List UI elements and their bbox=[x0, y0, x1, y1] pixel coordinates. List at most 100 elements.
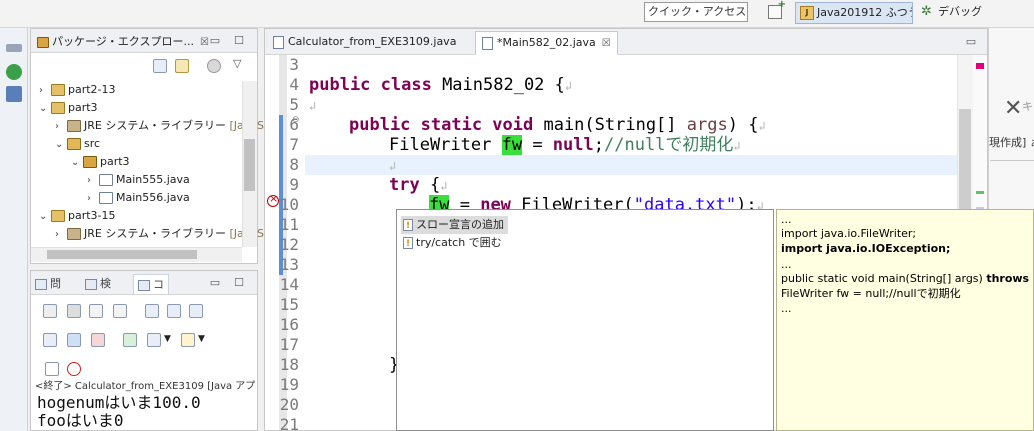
remove-all-icon[interactable] bbox=[113, 304, 127, 318]
console-doc-icon[interactable] bbox=[45, 362, 59, 376]
package-explorer-view: パッケージ・エクスプロー... ☒ ▭ ☐ ▽ › part2-13 ⌄ part3 … bbox=[30, 28, 264, 264]
chevron-down-icon[interactable]: ▼ bbox=[164, 334, 171, 344]
package-icon bbox=[83, 156, 97, 168]
code-line[interactable]: FileWriter fw = null;//nullで初期化↲ bbox=[389, 135, 741, 156]
collapse-arrow-icon[interactable]: ⌄ bbox=[39, 100, 51, 118]
preview-line: public static void main(String[] args) t… bbox=[781, 271, 1034, 286]
tab-console[interactable]: コ bbox=[133, 274, 169, 294]
quick-fix-preview: ... import java.io.FileWriter; import ja… bbox=[776, 209, 1034, 431]
project-icon bbox=[51, 84, 65, 96]
show-on-stderr-icon[interactable] bbox=[91, 333, 105, 347]
tree-item-label: part3 bbox=[100, 155, 130, 168]
tree-item[interactable]: › Main556.java bbox=[87, 189, 190, 207]
tab-main582-java[interactable]: *Main582_02.java ☒ bbox=[475, 31, 618, 55]
tree-item[interactable]: ⌄ part3 bbox=[39, 99, 98, 117]
outline-icon[interactable] bbox=[6, 86, 22, 102]
occurrence-overview-marker[interactable] bbox=[976, 191, 984, 194]
display-console-icon[interactable] bbox=[147, 333, 161, 347]
return-mark: ↲ bbox=[564, 79, 573, 93]
run-icon[interactable] bbox=[6, 64, 22, 80]
chevron-down-icon[interactable]: ▼ bbox=[198, 334, 205, 344]
collapse-arrow-icon[interactable]: ⌄ bbox=[71, 154, 83, 172]
left-trim-rail bbox=[0, 28, 28, 431]
preview-line: ... bbox=[781, 213, 792, 226]
debug-perspective-button[interactable]: ✲ デバッグ bbox=[918, 2, 990, 24]
tree-item-label: part2-13 bbox=[68, 83, 116, 96]
console-status-label: <終了> Calculator_from_EXE3109 [Java アプ bbox=[35, 381, 256, 392]
code-line[interactable]: ↲ bbox=[389, 155, 396, 176]
collapse-arrow-icon[interactable]: ⌄ bbox=[55, 136, 67, 154]
remove-launch-icon[interactable] bbox=[89, 304, 103, 318]
tree-item[interactable]: ›JRE システム・ライブラリー [JavaS bbox=[55, 225, 264, 243]
view-menu-icon[interactable]: ▽ bbox=[233, 57, 241, 70]
java-file-icon bbox=[482, 36, 493, 50]
package-explorer-tab[interactable]: パッケージ・エクスプロー... ☒ bbox=[37, 32, 209, 52]
horizontal-scroll-thumb[interactable] bbox=[47, 250, 197, 259]
show-on-stdout-icon[interactable] bbox=[67, 333, 81, 347]
minimize-icon[interactable]: ▭ bbox=[209, 34, 221, 47]
collapse-arrow-icon[interactable]: ⌄ bbox=[39, 208, 51, 226]
open-console-icon[interactable] bbox=[181, 333, 195, 347]
minimize-icon[interactable]: ▭ bbox=[209, 276, 221, 289]
return-mark: ↲ bbox=[758, 119, 766, 133]
expand-arrow-icon[interactable]: › bbox=[87, 172, 99, 190]
quick-fix-surround-try[interactable]: try/catch で囲む bbox=[401, 234, 506, 253]
quick-access-input[interactable]: クイック・アクセス bbox=[644, 2, 748, 22]
code-text: ) { bbox=[727, 115, 759, 135]
tree-item[interactable]: › Main555.java bbox=[87, 171, 190, 189]
maximize-icon[interactable]: ☐ bbox=[233, 276, 245, 289]
expand-arrow-icon[interactable]: › bbox=[39, 82, 51, 100]
acrobat-icon[interactable] bbox=[67, 362, 81, 376]
filters-icon[interactable] bbox=[207, 59, 221, 73]
tab-label: *Main582_02.java bbox=[497, 36, 596, 49]
restore-icon[interactable] bbox=[6, 44, 22, 52]
package-explorer-tab-label: パッケージ・エクスプロー... bbox=[52, 35, 194, 48]
maximize-icon[interactable]: ☐ bbox=[233, 34, 245, 47]
close-icon[interactable]: ✕ bbox=[1004, 96, 1022, 121]
code-line[interactable]: try {↲ bbox=[389, 175, 447, 196]
code-line[interactable]: ↲ bbox=[309, 95, 316, 116]
pin-console-icon[interactable] bbox=[123, 333, 137, 347]
expand-arrow-icon[interactable]: › bbox=[55, 226, 67, 244]
terminate-icon[interactable] bbox=[67, 304, 81, 318]
tree-item[interactable]: ⌄ part3 bbox=[71, 153, 130, 171]
tab-label: 問 bbox=[50, 277, 61, 290]
minimize-icon[interactable]: ▭ bbox=[965, 35, 977, 48]
open-perspective-icon[interactable] bbox=[768, 0, 786, 19]
close-icon[interactable]: ☒ bbox=[602, 38, 611, 49]
project-icon bbox=[51, 102, 65, 114]
tree-item[interactable]: ›JRE システム・ライブラリー [JavaS bbox=[55, 117, 264, 135]
quick-fix-label: スロー宣言の追加 bbox=[416, 218, 504, 231]
line-number: 12 bbox=[279, 235, 299, 254]
editor-scroll-thumb[interactable] bbox=[959, 109, 971, 209]
tree-item[interactable]: ⌄ part3-15 bbox=[39, 207, 116, 225]
tab-problems[interactable]: 問 bbox=[35, 274, 61, 294]
word-wrap-icon[interactable] bbox=[189, 304, 203, 318]
console-link-icon[interactable] bbox=[43, 304, 57, 318]
vertical-scroll-thumb[interactable] bbox=[244, 139, 255, 191]
collapse-all-icon[interactable] bbox=[153, 59, 167, 73]
comment: //nullで初期化 bbox=[604, 135, 734, 155]
save-output-icon[interactable] bbox=[43, 333, 57, 347]
code-line[interactable]: public static void main(String[] args) {… bbox=[349, 115, 766, 136]
expand-arrow-icon[interactable]: › bbox=[87, 190, 99, 208]
fix-icon bbox=[403, 235, 413, 253]
tab-search[interactable]: 検 bbox=[85, 274, 111, 294]
quick-fix-add-throws[interactable]: スロー宣言の追加 bbox=[401, 216, 508, 235]
tree-item[interactable]: › part2-13 bbox=[39, 81, 116, 99]
close-icon[interactable]: ☒ bbox=[200, 37, 209, 48]
error-overview-marker[interactable] bbox=[976, 63, 984, 69]
tab-calculator-java[interactable]: Calculator_from_EXE3109.java bbox=[267, 31, 462, 55]
link-with-editor-icon[interactable] bbox=[175, 59, 189, 73]
line-number: 15 bbox=[279, 295, 299, 314]
current-line-highlight bbox=[305, 155, 987, 175]
clear-console-icon[interactable] bbox=[145, 304, 159, 318]
code-text: main(String[] bbox=[543, 115, 687, 135]
tree-item[interactable]: ⌄ src bbox=[55, 135, 100, 153]
expand-arrow-icon[interactable]: › bbox=[55, 118, 67, 136]
java-perspective-button[interactable]: J Java201912 ふつう bbox=[795, 2, 913, 24]
scroll-lock-icon[interactable] bbox=[167, 304, 181, 318]
line-number: 5 bbox=[289, 95, 299, 114]
divider bbox=[990, 160, 1034, 161]
code-line[interactable]: public class Main582_02 {↲ bbox=[309, 75, 572, 96]
